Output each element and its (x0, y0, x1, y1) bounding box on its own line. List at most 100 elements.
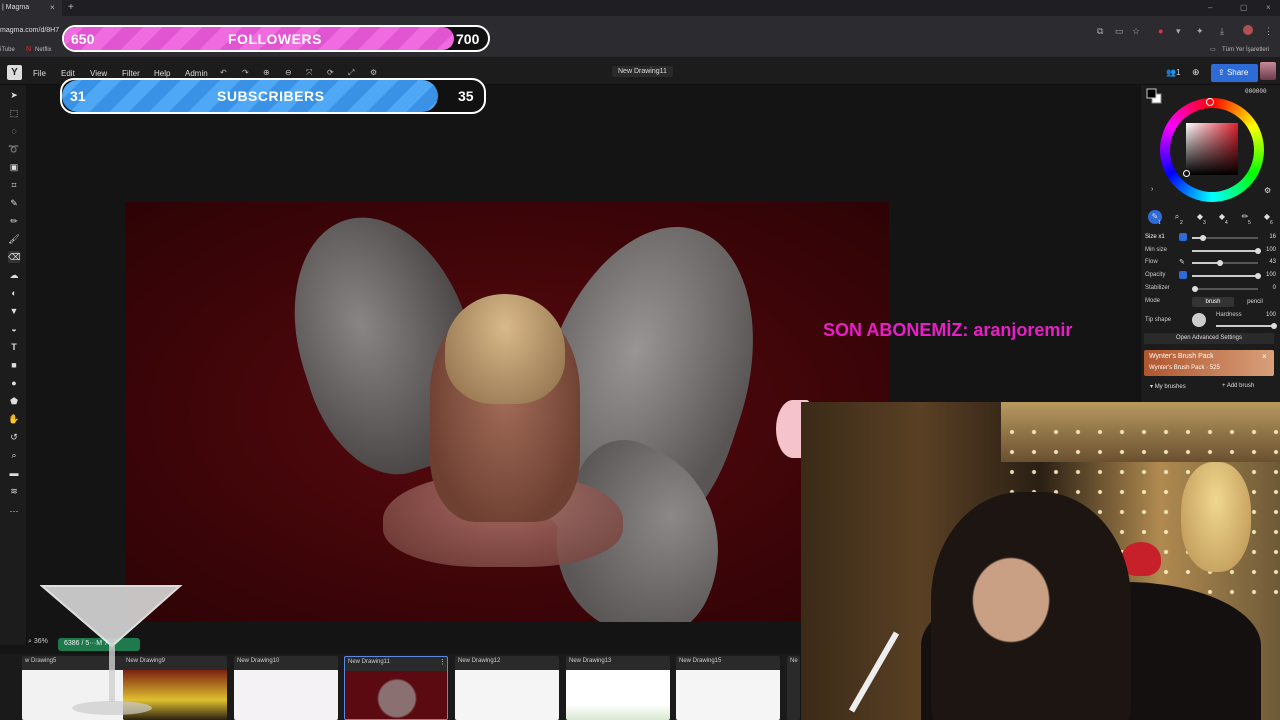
flow-pressure-icon[interactable]: ✎ (1179, 258, 1185, 266)
size-pressure-toggle[interactable] (1179, 233, 1187, 241)
hue-handle[interactable] (1206, 98, 1214, 106)
rotate-icon[interactable]: ⟳ (327, 68, 334, 77)
transform-icon[interactable]: ▣ (8, 161, 20, 173)
drawing-thumbnail[interactable]: New Drawing10 (234, 656, 338, 720)
close-icon[interactable]: × (1262, 352, 1267, 361)
brush-slot-3[interactable]: ◆ 3 (1193, 210, 1207, 226)
color-settings-icon[interactable]: ⚙ (1264, 186, 1271, 195)
download-icon[interactable]: ⤓ (1220, 26, 1224, 37)
gradient-icon[interactable]: ◒ (8, 323, 20, 335)
crop-icon[interactable]: ⌗ (8, 179, 20, 191)
drawing-thumbnail[interactable]: New Drawing15 (676, 656, 780, 720)
color-swatches[interactable] (1146, 88, 1162, 104)
tab-close-icon[interactable]: × (50, 3, 55, 12)
saturation-square[interactable] (1186, 123, 1238, 175)
move-icon[interactable]: ➤ (8, 89, 20, 101)
users-count[interactable]: 👥1 (1166, 68, 1180, 77)
flow-slider[interactable] (1192, 260, 1258, 266)
blur-icon[interactable]: ◐ (8, 287, 20, 299)
rect-select-icon[interactable]: ⬚ (8, 107, 20, 119)
menu-filter[interactable]: Filter (122, 69, 140, 78)
menu-help[interactable]: Help (154, 69, 170, 78)
menu-admin[interactable]: Admin (185, 69, 208, 78)
new-tab-icon[interactable]: + (68, 2, 74, 13)
brush-slot-6[interactable]: ◆ 6 (1260, 210, 1274, 226)
brush-slot-1[interactable]: ✎ 1 (1148, 210, 1162, 226)
opacity-slider[interactable] (1192, 273, 1261, 279)
mode-pencil-button[interactable]: pencil (1236, 297, 1274, 307)
drawing-canvas[interactable] (125, 202, 889, 622)
more-tools-icon[interactable]: ⋯ (8, 505, 20, 517)
min-size-slider[interactable] (1192, 248, 1261, 254)
size-slider[interactable] (1192, 235, 1258, 241)
extension-icon[interactable]: ▾ (1176, 26, 1181, 37)
menu-file[interactable]: File (33, 69, 46, 78)
advanced-settings-button[interactable]: Open Advanced Settings (1144, 333, 1274, 344)
text-icon[interactable]: T (8, 341, 20, 353)
brush-slot-2[interactable]: ⌕ 2 (1170, 210, 1184, 226)
shape-icon[interactable]: ⬟ (8, 395, 20, 407)
zoom-in-icon[interactable]: ⊕ (263, 68, 270, 77)
bookmark-netflix[interactable]: Netflix (35, 47, 52, 53)
share-button[interactable]: ⇪ Share (1211, 64, 1258, 82)
zoom-icon[interactable]: ⌕ (8, 449, 20, 461)
drawing-thumbnail[interactable]: New Drawing12 (455, 656, 559, 720)
puzzle-icon[interactable]: ✦ (1196, 26, 1204, 37)
hardness-slider[interactable] (1216, 323, 1277, 329)
all-bookmarks[interactable]: Tüm Yer İşaretleri (1222, 47, 1269, 53)
browser-menu-icon[interactable]: ⋮ (1264, 26, 1273, 37)
bookmark-star-icon[interactable]: ☆ (1132, 26, 1140, 37)
color-picker-handle[interactable] (1183, 170, 1190, 177)
bucket-icon[interactable]: ▼ (8, 305, 20, 317)
thumbnail-menu-icon[interactable]: ⋮ (439, 658, 446, 666)
brush-icon[interactable]: 🖌 (8, 233, 20, 245)
lasso-icon[interactable]: ➰ (8, 143, 20, 155)
brush-pack-card[interactable]: Wynter's Brush Pack Wynter's Brush Pack … (1144, 350, 1274, 376)
smudge-icon[interactable]: ☁ (8, 269, 20, 281)
add-user-icon[interactable]: ⊕ (1192, 67, 1200, 78)
fullscreen-icon[interactable]: ⤢ (348, 68, 354, 78)
maximize-icon[interactable]: ▢ (1240, 3, 1248, 12)
drawing-thumbnail[interactable]: New Drawing13 (566, 656, 670, 720)
tip-shape-preview[interactable] (1192, 313, 1206, 327)
brush-slot-4[interactable]: ◆ 4 (1215, 210, 1229, 226)
bookmark-youtube[interactable]: iTube (0, 47, 15, 53)
drawing-thumbnail[interactable]: Ne (787, 656, 800, 720)
mode-brush-button[interactable]: brush (1192, 297, 1234, 307)
undo-icon[interactable]: ↶ (220, 68, 227, 77)
add-brush-button[interactable]: + Add brush (1222, 383, 1254, 389)
stabilizer-slider[interactable] (1192, 286, 1258, 292)
user-avatar[interactable] (1260, 62, 1276, 80)
profile-avatar[interactable] (1243, 25, 1253, 35)
fit-icon[interactable]: ⤧ (306, 68, 312, 78)
chat-icon[interactable]: ▬ (8, 467, 20, 479)
brush-slot-5[interactable]: ✏ 5 (1238, 210, 1252, 226)
pencil-icon[interactable]: ✏ (8, 215, 20, 227)
minimize-icon[interactable]: – (1208, 3, 1212, 12)
opacity-pressure-toggle[interactable] (1179, 271, 1187, 279)
redo-icon[interactable]: ↷ (242, 68, 249, 77)
url-field[interactable]: magma.com/d/8H7 (0, 27, 59, 34)
magma-logo[interactable]: Y (7, 65, 22, 80)
hand-icon[interactable]: ✋ (8, 413, 20, 425)
rotate-view-icon[interactable]: ↺ (8, 431, 20, 443)
drawing-thumbnail[interactable]: New Drawing11 ⋮ (344, 656, 448, 720)
eraser-icon[interactable]: ⌫ (8, 251, 21, 263)
record-icon[interactable]: ● (1158, 26, 1163, 36)
circle-icon[interactable]: ● (8, 377, 20, 389)
settings-icon[interactable]: ⚙ (370, 68, 377, 77)
menu-view[interactable]: View (90, 69, 107, 78)
document-title[interactable]: New Drawing11 (612, 66, 673, 77)
hex-input[interactable]: 000000 (1245, 88, 1267, 95)
my-brushes-toggle[interactable]: ▾ My brushes (1150, 383, 1186, 390)
eyedropper-icon[interactable]: ✎ (8, 197, 20, 209)
ellipse-select-icon[interactable]: ◌ (8, 125, 20, 137)
menu-edit[interactable]: Edit (61, 69, 75, 78)
rectangle-icon[interactable]: ■ (8, 359, 20, 371)
zoom-out-icon[interactable]: ⊖ (285, 68, 292, 77)
close-window-icon[interactable]: × (1266, 3, 1271, 12)
layers-icon[interactable]: ≋ (8, 485, 20, 497)
expand-icon[interactable]: › (1151, 186, 1153, 193)
translate-icon[interactable]: ⧉ (1097, 26, 1103, 37)
cast-icon[interactable]: ▭ (1115, 26, 1124, 37)
